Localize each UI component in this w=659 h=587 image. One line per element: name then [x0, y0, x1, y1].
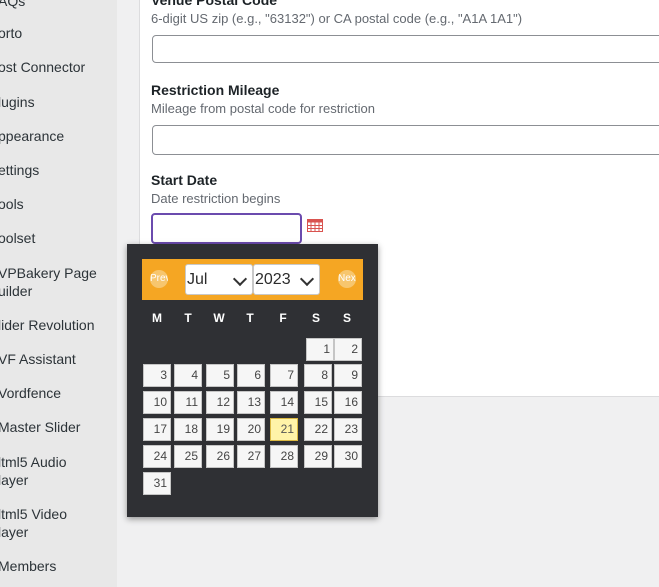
postal-code-description: 6-digit US zip (e.g., "63132") or CA pos… [151, 11, 523, 26]
calendar-day[interactable]: 24 [143, 445, 171, 468]
postal-code-input[interactable] [152, 35, 659, 63]
chevron-down-icon [232, 271, 248, 287]
sidebar-item-settings[interactable]: ettings [0, 161, 39, 179]
sidebar-item-label-line2: uilder [0, 283, 33, 299]
sidebar-item-label: VPBakery Page [0, 265, 97, 281]
sidebar-item-post-connector[interactable]: ost Connector [0, 58, 85, 76]
calendar-day[interactable]: 15 [304, 391, 332, 414]
restriction-mileage-title: Restriction Mileage [151, 82, 280, 98]
calendar-day[interactable]: 4 [174, 364, 202, 387]
calendar-day[interactable]: 28 [270, 445, 298, 468]
calendar-day[interactable]: 5 [206, 364, 234, 387]
chevron-down-icon [299, 271, 315, 287]
calendar-day[interactable]: 10 [143, 391, 171, 414]
weekday-label: T [184, 311, 192, 325]
datepicker-month-select[interactable]: Jul [185, 264, 253, 295]
calendar-day[interactable]: 13 [237, 391, 265, 414]
calendar-day[interactable]: 17 [143, 418, 171, 441]
sidebar-item-tools[interactable]: ools [0, 195, 24, 213]
sidebar-item-html5-audio[interactable]: ltml5 Audio layer [0, 453, 66, 489]
datepicker-year-select[interactable]: 2023 [253, 264, 320, 295]
admin-sidebar: AQs orto ost Connector lugins ppearance … [0, 0, 117, 587]
calendar-day[interactable]: 22 [304, 418, 332, 441]
weekday-label: S [342, 311, 351, 325]
datepicker-next-button[interactable]: Next [338, 270, 356, 288]
calendar-day[interactable]: 31 [143, 472, 171, 495]
calendar-day[interactable]: 6 [237, 364, 265, 387]
sidebar-item-members[interactable]: Members [0, 557, 56, 575]
calendar-day[interactable]: 3 [143, 364, 171, 387]
datepicker-prev-button[interactable]: Prev [150, 270, 168, 288]
calendar-icon[interactable] [307, 219, 323, 232]
sidebar-item-appearance[interactable]: ppearance [0, 127, 64, 145]
calendar-day[interactable]: 25 [174, 445, 202, 468]
month-value: Jul [187, 271, 208, 288]
calendar-day[interactable]: 14 [270, 391, 298, 414]
sidebar-item-label-line2: layer [0, 524, 29, 540]
calendar-day[interactable]: 12 [206, 391, 234, 414]
sidebar-item-label: ltml5 Audio [0, 454, 67, 470]
calendar-day[interactable]: 26 [206, 445, 234, 468]
start-date-title: Start Date [151, 172, 218, 188]
calendar-day[interactable]: 18 [174, 418, 202, 441]
sidebar-item-faqs[interactable]: AQs [0, 0, 25, 10]
start-date-input[interactable] [151, 213, 302, 244]
sidebar-item-porto[interactable]: orto [0, 24, 22, 42]
calendar-day[interactable]: 9 [334, 364, 362, 387]
calendar-day[interactable]: 20 [237, 418, 265, 441]
sidebar-item-toolset[interactable]: oolset [0, 229, 35, 247]
restriction-mileage-input[interactable] [152, 125, 659, 155]
calendar-day[interactable]: 11 [174, 391, 202, 414]
calendar-day[interactable]: 2 [334, 338, 362, 361]
calendar-day[interactable]: 1 [306, 338, 334, 361]
calendar-day[interactable]: 16 [334, 391, 362, 414]
sidebar-item-html5-video[interactable]: ltml5 Video layer [0, 505, 67, 541]
sidebar-item-plugins[interactable]: lugins [0, 93, 35, 111]
sidebar-item-wpbakery[interactable]: VPBakery Page uilder [0, 264, 97, 300]
sidebar-item-label-line2: layer [0, 472, 29, 488]
weekday-label: T [246, 311, 254, 325]
calendar-day[interactable]: 29 [304, 445, 332, 468]
weekday-label: S [311, 311, 320, 325]
postal-code-title: Venue Postal Code [151, 0, 278, 8]
sidebar-item-label: ltml5 Video [0, 506, 68, 522]
weekday-label: M [152, 311, 162, 325]
weekday-label: F [279, 311, 287, 325]
sidebar-item-wordfence[interactable]: Vordfence [0, 384, 61, 402]
sidebar-item-master-slider[interactable]: Master Slider [0, 418, 80, 436]
weekday-label: W [213, 311, 225, 325]
sidebar-item-slider-revolution[interactable]: lider Revolution [0, 316, 95, 334]
calendar-day[interactable]: 30 [334, 445, 362, 468]
sidebar-item-wf-assistant[interactable]: VF Assistant [0, 350, 76, 368]
calendar-day[interactable]: 7 [270, 364, 298, 387]
calendar-day[interactable]: 23 [334, 418, 362, 441]
calendar-day[interactable]: 19 [206, 418, 234, 441]
calendar-day[interactable]: 8 [304, 364, 332, 387]
restriction-mileage-description: Mileage from postal code for restriction [151, 101, 375, 116]
calendar-day[interactable]: 27 [237, 445, 265, 468]
year-value: 2023 [255, 271, 291, 288]
calendar-day-today[interactable]: 21 [270, 418, 298, 441]
start-date-description: Date restriction begins [151, 191, 281, 206]
